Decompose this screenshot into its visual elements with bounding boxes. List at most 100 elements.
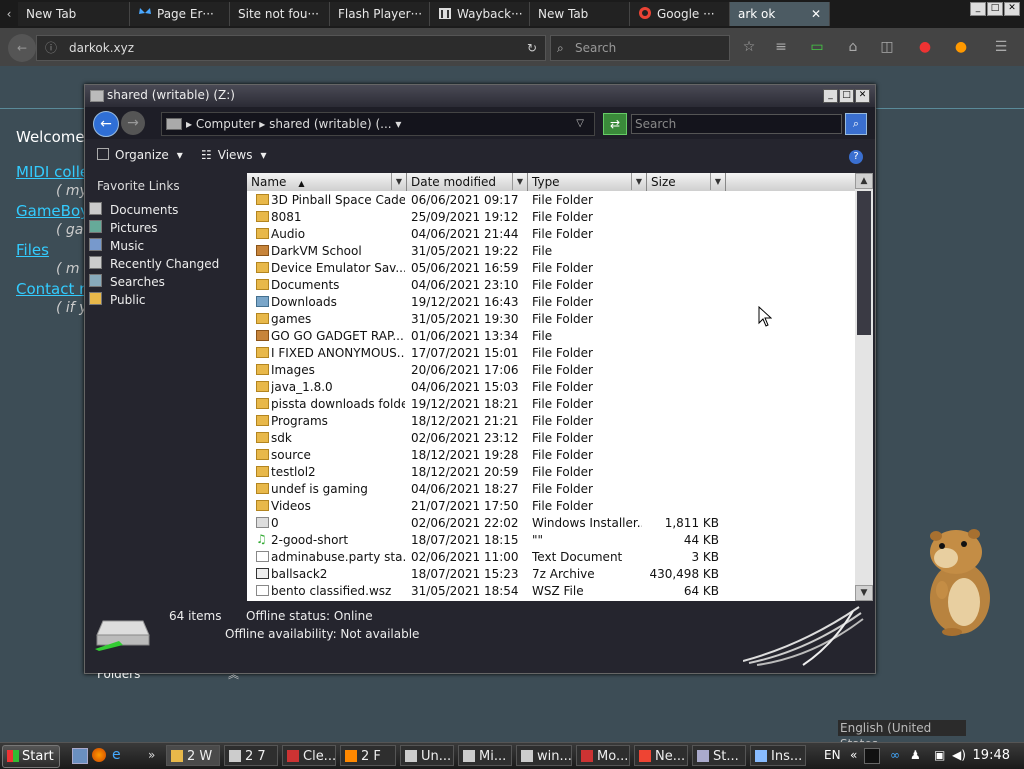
file-row[interactable]: DarkVM School 31/05/2021 19:22 File	[247, 243, 855, 260]
show-desktop-icon[interactable]	[72, 748, 88, 764]
tray-user-icon[interactable]: ♟	[910, 745, 921, 766]
file-row[interactable]: Audio 04/06/2021 21:44 File Folder	[247, 226, 855, 243]
tray-app-icon[interactable]	[864, 748, 880, 764]
file-row[interactable]: source 18/12/2021 19:28 File Folder	[247, 447, 855, 464]
column-header-type[interactable]: Type ▼	[528, 173, 647, 191]
taskbar-task-button[interactable]: 2 F	[340, 745, 396, 766]
taskbar-task-button[interactable]: Mo...	[576, 745, 630, 766]
search-icon[interactable]: ⌕	[845, 113, 867, 135]
refresh-icon[interactable]: ⇄	[603, 113, 627, 135]
taskbar-task-button[interactable]: St...	[692, 745, 746, 766]
back-button[interactable]: ←	[8, 34, 36, 62]
file-row[interactable]: Programs 18/12/2021 21:21 File Folder	[247, 413, 855, 430]
file-row[interactable]: Videos 21/07/2021 17:50 File Folder	[247, 498, 855, 515]
file-row[interactable]: ballsack2 18/07/2021 15:23 7z Archive 430,4…	[247, 566, 855, 583]
browser-tab-3[interactable]: Site not fou···	[230, 2, 330, 26]
browser-tab-2[interactable]: Page Er···	[130, 2, 230, 26]
favorite-link-pictures[interactable]: Pictures	[89, 219, 158, 237]
tray-display-icon[interactable]: ▣	[934, 745, 945, 766]
link-gameboy[interactable]: GameBoy	[16, 202, 89, 220]
taskbar-task-button[interactable]: Un...	[400, 745, 454, 766]
close-icon[interactable]: ✕	[1004, 2, 1020, 16]
taskbar-task-button[interactable]: win...	[516, 745, 572, 766]
taskbar-task-button[interactable]: 2 7	[224, 745, 278, 766]
internet-explorer-icon[interactable]: e	[112, 748, 126, 762]
firefox-icon[interactable]	[92, 748, 106, 762]
file-row[interactable]: undef is gaming 04/06/2021 18:27 File Fold…	[247, 481, 855, 498]
pocket-icon[interactable]: ◫	[878, 38, 896, 56]
column-header-size[interactable]: Size ▼	[647, 173, 726, 191]
browser-search-input[interactable]: ⌕ Search	[550, 35, 730, 61]
favorite-link-public[interactable]: Public	[89, 291, 146, 309]
chevron-down-icon[interactable]: ▼	[710, 173, 725, 190]
extension-icon[interactable]: ●	[952, 38, 970, 56]
url-bar[interactable]: ⓘ darkok.xyz ↻	[36, 35, 546, 61]
taskbar-task-button[interactable]: 2 W	[166, 745, 220, 766]
file-row[interactable]: java_1.8.0 04/06/2021 15:03 File Folder	[247, 379, 855, 396]
start-button[interactable]: Start	[2, 745, 60, 768]
tray-expand-icon[interactable]: «	[850, 745, 857, 766]
home-icon[interactable]: ⌂	[844, 38, 862, 56]
favorite-link-recently-changed[interactable]: Recently Changed	[89, 255, 219, 273]
chevron-down-icon[interactable]: ▼	[391, 173, 406, 190]
explorer-minimize-icon[interactable]: _	[823, 89, 838, 103]
scroll-up-icon[interactable]: ▲	[855, 173, 873, 189]
volume-icon[interactable]: ◀)	[952, 745, 966, 766]
tray-network-icon[interactable]: ∞	[890, 745, 900, 766]
favorite-link-music[interactable]: Music	[89, 237, 144, 255]
explorer-title-bar[interactable]: shared (writable) (Z:) _ □ ✕	[85, 85, 875, 107]
file-row[interactable]: Device Emulator Sav... 05/06/2021 16:59 Fi…	[247, 260, 855, 277]
taskbar-task-button[interactable]: Mi...	[458, 745, 512, 766]
explorer-close-icon[interactable]: ✕	[855, 89, 870, 103]
file-row[interactable]: Images 20/06/2021 17:06 File Folder	[247, 362, 855, 379]
browser-tab-active[interactable]: ark ok ✕	[730, 2, 830, 26]
file-row[interactable]: Documents 04/06/2021 23:10 File Folder	[247, 277, 855, 294]
scrollbar-thumb[interactable]	[857, 191, 871, 335]
browser-tab-1[interactable]: New Tab	[18, 2, 130, 26]
favorite-link-searches[interactable]: Searches	[89, 273, 165, 291]
file-row[interactable]: 3D Pinball Space Cadet 06/06/2021 09:17 Fi…	[247, 192, 855, 209]
browser-tab-6[interactable]: New Tab	[530, 2, 630, 26]
info-icon[interactable]: ⓘ	[45, 36, 57, 60]
ublock-icon[interactable]: ●	[916, 38, 934, 56]
bookmark-star-icon[interactable]: ☆	[740, 38, 758, 56]
maximize-icon[interactable]: □	[987, 2, 1003, 16]
clock[interactable]: 19:48	[973, 745, 1010, 766]
taskbar-task-button[interactable]: Ne...	[634, 745, 688, 766]
reading-list-icon[interactable]: ≡	[772, 38, 790, 56]
chevron-down-icon[interactable]: ▼	[631, 173, 646, 190]
column-header-date[interactable]: Date modified ▼	[407, 173, 528, 191]
browser-tab-7[interactable]: Google ···	[630, 2, 730, 26]
minimize-icon[interactable]: _	[970, 2, 986, 16]
chevron-down-icon[interactable]: ▽	[576, 113, 584, 135]
file-row[interactable]: I FIXED ANONYMOUS... 17/07/2021 15:01 File…	[247, 345, 855, 362]
taskbar-task-button[interactable]: Cle...	[282, 745, 336, 766]
file-row[interactable]: 8081 25/09/2021 19:12 File Folder	[247, 209, 855, 226]
language-indicator[interactable]: EN	[824, 745, 841, 766]
views-button[interactable]: ☷ Views ▾	[201, 148, 267, 162]
back-arrow-icon[interactable]: ←	[93, 111, 119, 137]
explorer-search-input[interactable]: Search	[631, 114, 842, 134]
help-icon[interactable]: ?	[849, 150, 863, 164]
favorite-link-documents[interactable]: Documents	[89, 201, 178, 219]
taskbar-task-button[interactable]: Ins...	[750, 745, 806, 766]
link-files[interactable]: Files	[16, 241, 49, 259]
file-row[interactable]: ♫ 2-good-short 18/07/2021 18:15 "" 44 KB	[247, 532, 855, 549]
organize-button[interactable]: Organize ▾	[97, 148, 183, 162]
file-row[interactable]: sdk 02/06/2021 23:12 File Folder	[247, 430, 855, 447]
browser-tab-5[interactable]: Wayback···	[430, 2, 530, 26]
link-midi[interactable]: MIDI colle	[16, 163, 89, 181]
reload-icon[interactable]: ↻	[527, 36, 537, 60]
file-row[interactable]: testlol2 18/12/2021 20:59 File Folder	[247, 464, 855, 481]
file-row[interactable]: adminabuse.party sta... 02/06/2021 11:00 T…	[247, 549, 855, 566]
address-breadcrumb[interactable]: ▸ Computer ▸ shared (writable) (... ▾ ▽	[161, 112, 595, 136]
forward-arrow-icon[interactable]: →	[121, 111, 145, 135]
column-header-name[interactable]: Name ▲ ▼	[247, 173, 407, 191]
explorer-maximize-icon[interactable]: □	[839, 89, 854, 103]
file-row[interactable]: bento classified.wsz 31/05/2021 18:54 WSZ …	[247, 583, 855, 600]
tab-scroll-left-button[interactable]: ‹	[0, 2, 18, 26]
file-row[interactable]: pissta downloads folder 19/12/2021 18:21 F…	[247, 396, 855, 413]
link-contact[interactable]: Contact m	[16, 280, 94, 298]
menu-icon[interactable]: ☰	[992, 38, 1010, 56]
vertical-scrollbar[interactable]: ▲ ▼	[855, 173, 873, 601]
